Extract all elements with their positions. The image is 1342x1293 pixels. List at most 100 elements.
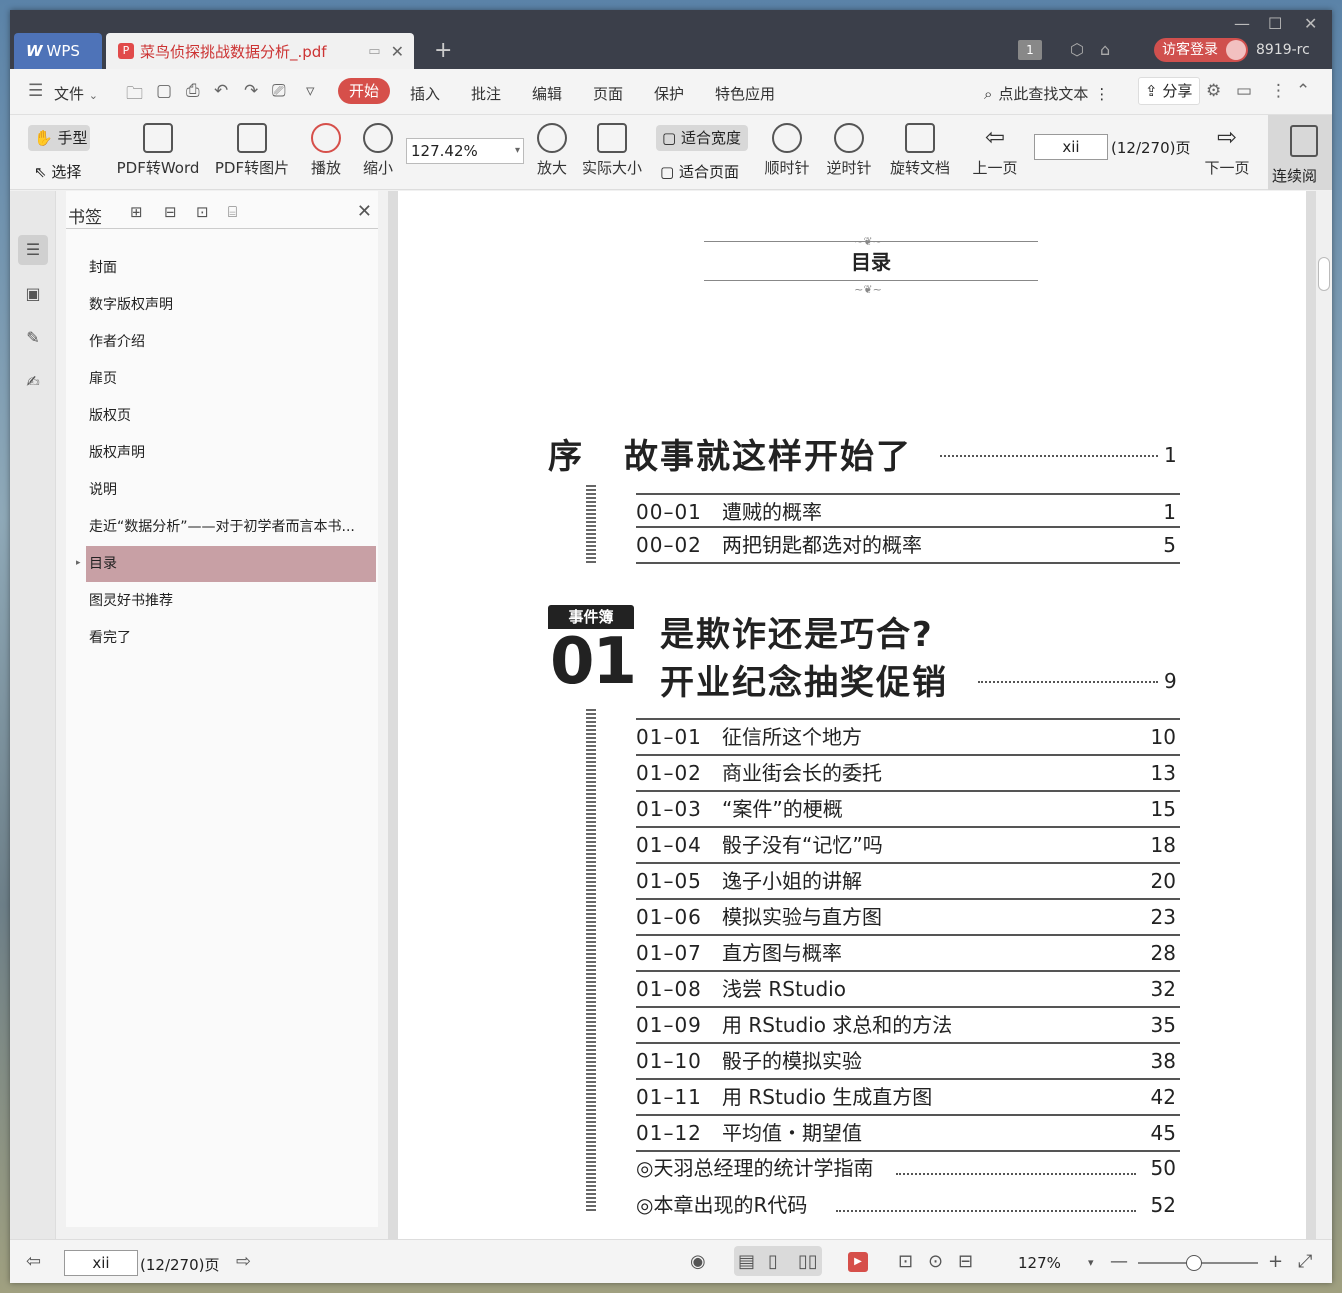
- caret-right-icon[interactable]: ▸: [76, 558, 81, 568]
- rotate-clockwise-button[interactable]: 顺时针: [762, 123, 812, 178]
- prev-page-button[interactable]: ⇦ 上一页: [970, 123, 1020, 178]
- new-tab-icon[interactable]: +: [434, 38, 452, 63]
- play-button[interactable]: 播放: [306, 123, 346, 178]
- pdf-to-image-button[interactable]: PDF转图片: [214, 123, 290, 178]
- tab-insert[interactable]: 插入: [410, 83, 440, 104]
- pdf-to-word-button[interactable]: PDF转Word: [114, 123, 202, 178]
- export-image-icon[interactable]: ⎚: [272, 81, 286, 101]
- hamburger-icon[interactable]: ☰: [28, 81, 43, 101]
- tab-protect[interactable]: 保护: [654, 83, 684, 104]
- collapse-ribbon-icon[interactable]: ⌃: [1296, 81, 1310, 101]
- status-zoom-value[interactable]: 127%: [1018, 1254, 1061, 1272]
- annotation-icon[interactable]: ✎: [18, 323, 48, 353]
- toc-guide-entry[interactable]: ◎天羽总经理的统计学指南 50: [636, 1151, 1180, 1187]
- tab-annotate[interactable]: 批注: [471, 83, 501, 104]
- bookmark-item[interactable]: 图灵好书推荐: [86, 583, 376, 619]
- expand-all-icon[interactable]: ⊞: [130, 203, 143, 221]
- bookmark-item[interactable]: 版权声明: [86, 435, 376, 471]
- close-window-icon[interactable]: ✕: [1304, 14, 1317, 33]
- select-tool-button[interactable]: ⇖ 选择: [34, 161, 81, 182]
- tab-special-apps[interactable]: 特色应用: [715, 83, 775, 104]
- more-menu-icon[interactable]: ⋮: [1270, 81, 1287, 101]
- toc-guide-entry[interactable]: ◎本章出现的R代码 52: [636, 1188, 1180, 1224]
- zoom-slider[interactable]: [1138, 1255, 1258, 1271]
- toc-entry[interactable]: 00–01 遭贼的概率 1: [636, 493, 1180, 529]
- zoom-out-button[interactable]: 缩小: [358, 123, 398, 178]
- zoom-slider-knob[interactable]: [1186, 1255, 1202, 1271]
- toc-entry[interactable]: 01–12 平均值・期望值 45: [636, 1114, 1180, 1152]
- actual-size-button[interactable]: 实际大小: [580, 123, 644, 178]
- zoom-select[interactable]: 127.42% ▾: [406, 138, 524, 164]
- continuous-reading-button[interactable]: 连续阅: [1268, 115, 1332, 190]
- gear-icon[interactable]: ⚙: [1206, 81, 1221, 101]
- actual-size-small-icon[interactable]: ⊡: [898, 1251, 913, 1272]
- more-vertical-icon[interactable]: ⋮: [1094, 85, 1109, 103]
- bookmark-item[interactable]: 数字版权声明: [86, 287, 376, 323]
- bookmark-item[interactable]: 看完了: [86, 620, 376, 656]
- tab-page[interactable]: 页面: [593, 83, 623, 104]
- toc-entry[interactable]: 01–04 骰子没有“记忆”吗 18: [636, 826, 1180, 862]
- close-tab-icon[interactable]: ✕: [391, 42, 404, 61]
- comment-icon[interactable]: ▭: [1236, 81, 1252, 101]
- thumbnail-icon[interactable]: ▣: [18, 279, 48, 309]
- toc-entry[interactable]: 01–08 浅尝 RStudio 32: [636, 970, 1180, 1006]
- next-page-arrow-icon[interactable]: ⇨: [236, 1251, 251, 1272]
- signature-icon[interactable]: ✍: [18, 367, 48, 397]
- bookmark-item[interactable]: 说明: [86, 472, 376, 508]
- window-count-badge[interactable]: 1: [1018, 40, 1042, 60]
- toc-entry[interactable]: 01–02 商业街会长的委托 13: [636, 754, 1180, 790]
- scrollbar-thumb[interactable]: [1318, 257, 1330, 291]
- continuous-view-icon[interactable]: ▤: [738, 1251, 755, 1272]
- document-viewport[interactable]: ~❦~ 目录 ~❦~ 序 故事就这样开始了 1 00–01 遭贼的概率 1 00–0…: [388, 191, 1332, 1239]
- toc-entry[interactable]: 01–05 逸子小姐的讲解 20: [636, 862, 1180, 898]
- tab-edit[interactable]: 编辑: [532, 83, 562, 104]
- bookmark-item-active[interactable]: 目录: [86, 546, 376, 582]
- prev-page-arrow-icon[interactable]: ⇦: [26, 1251, 41, 1272]
- toc-entry[interactable]: 01–01 征信所这个地方 10: [636, 718, 1180, 754]
- file-menu[interactable]: 文件 ⌄: [54, 83, 98, 104]
- tab-wps-home[interactable]: W WPS: [14, 33, 102, 69]
- single-page-icon[interactable]: ▯: [768, 1251, 778, 1272]
- play-slideshow-icon[interactable]: ▶: [848, 1252, 868, 1272]
- toc-entry[interactable]: 01–10 骰子的模拟实验 38: [636, 1042, 1180, 1078]
- two-page-icon[interactable]: ▯▯: [798, 1251, 818, 1272]
- bookmark-item[interactable]: 封面: [86, 250, 376, 286]
- save-icon[interactable]: ▢: [156, 81, 172, 101]
- zoom-in-button[interactable]: 放大: [532, 123, 572, 178]
- guest-login-button[interactable]: 访客登录: [1154, 38, 1248, 62]
- find-text-search[interactable]: ⌕ 点此查找文本 ⋮: [984, 83, 1109, 104]
- minimize-icon[interactable]: —: [1234, 14, 1250, 33]
- share-button[interactable]: ⇪ 分享: [1138, 77, 1200, 105]
- bookmark-list-icon[interactable]: ☰: [18, 235, 48, 265]
- bookmark-item[interactable]: 扉页: [86, 361, 376, 397]
- vertical-scrollbar[interactable]: [1316, 191, 1332, 1239]
- open-folder-icon[interactable]: 🗀: [126, 81, 143, 110]
- pin-tab-icon[interactable]: ▭: [368, 44, 380, 59]
- zoom-plus-icon[interactable]: +: [1268, 1251, 1283, 1272]
- undo-icon[interactable]: ↶: [214, 81, 228, 101]
- bookmark-item[interactable]: 走近“数据分析”——对于初学者而言本书...: [86, 509, 376, 545]
- fit-page-button[interactable]: ▢ 适合页面: [660, 161, 739, 182]
- collapse-all-icon[interactable]: ⊟: [164, 203, 177, 221]
- more-dropdown-icon[interactable]: ▿: [306, 81, 315, 101]
- add-bookmark-icon[interactable]: ⊡: [196, 203, 209, 221]
- fit-width-small-icon[interactable]: ⊟: [958, 1251, 973, 1272]
- fit-page-small-icon[interactable]: ⊙: [928, 1251, 943, 1272]
- toc-entry[interactable]: 01–09 用 RStudio 求总和的方法 35: [636, 1006, 1180, 1042]
- print-icon[interactable]: ⎙: [186, 81, 200, 101]
- zoom-dropdown-icon[interactable]: ▾: [1088, 1256, 1094, 1269]
- toc-entry[interactable]: 01–06 模拟实验与直方图 23: [636, 898, 1180, 934]
- maximize-icon[interactable]: ☐: [1268, 14, 1282, 33]
- toc-entry[interactable]: 01–07 直方图与概率 28: [636, 934, 1180, 970]
- fit-width-button[interactable]: ▢ 适合宽度: [656, 125, 748, 151]
- tab-document[interactable]: P 菜鸟侦探挑战数据分析_.pdf ▭ ✕: [106, 33, 414, 69]
- hand-tool-button[interactable]: ✋ 手型: [28, 125, 90, 151]
- tab-start[interactable]: 开始: [338, 78, 390, 104]
- toc-entry[interactable]: 01–11 用 RStudio 生成直方图 42: [636, 1078, 1180, 1114]
- zoom-minus-icon[interactable]: —: [1110, 1251, 1128, 1272]
- redo-icon[interactable]: ↷: [244, 81, 258, 101]
- bookmark-item[interactable]: 作者介绍: [86, 324, 376, 360]
- close-icon[interactable]: ✕: [357, 201, 372, 222]
- skin-icon[interactable]: ⬡: [1070, 40, 1084, 59]
- toc-entry[interactable]: 01–03 “案件”的梗概 15: [636, 790, 1180, 826]
